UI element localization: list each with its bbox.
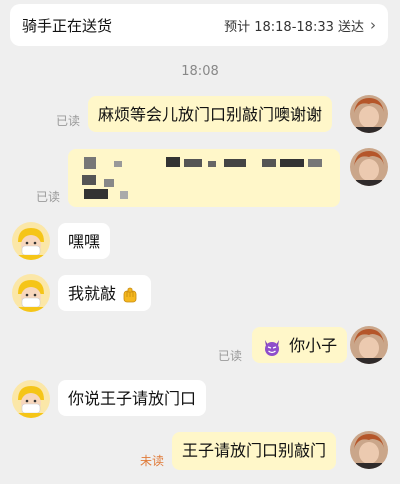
eta-text: 预计 18:18-18:33 送达 [224, 19, 364, 35]
message-text: 王子请放门口别敲门 [182, 441, 327, 460]
courier-avatar[interactable] [12, 380, 50, 418]
delivery-status-text: 骑手正在送货 [22, 16, 113, 35]
my-message-bubble[interactable]: 王子请放门口别敲门 [172, 432, 337, 470]
message-text: 你小子 [289, 336, 338, 355]
chevron-right-icon[interactable]: › [370, 17, 376, 33]
avatar-photo-icon [350, 95, 388, 133]
my-avatar[interactable] [350, 148, 388, 186]
delivery-status-card[interactable]: 骑手正在送货 预计 18:18-18:33 送达 › [10, 4, 388, 46]
read-receipt: 已读 [36, 190, 61, 204]
my-message-bubble[interactable]: 麻烦等会儿放门口别敲门噢谢谢 [88, 96, 333, 132]
message-text: 我就敲 [68, 284, 117, 303]
courier-message-bubble[interactable]: 嘿嘿 [58, 223, 111, 259]
avatar-photo-icon [350, 431, 388, 469]
courier-avatar[interactable] [12, 222, 50, 260]
avatar-photo-icon [350, 148, 388, 186]
courier-avatar[interactable] [12, 274, 50, 312]
courier-message-bubble[interactable]: 你说王子请放门口 [58, 380, 207, 416]
message-timestamp: 18:08 [181, 64, 219, 79]
message-text: 嘿嘿 [68, 232, 101, 251]
unread-receipt: 未读 [140, 454, 165, 468]
devil-icon [262, 338, 282, 356]
courier-message-bubble[interactable]: 我就敲 [58, 275, 152, 311]
message-text: 你说王子请放门口 [68, 389, 197, 408]
avatar-photo-icon [350, 326, 388, 364]
read-receipt: 已读 [218, 349, 243, 363]
message-text: 麻烦等会儿放门口别敲门噢谢谢 [98, 105, 323, 124]
courier-helmet-avatar-icon [12, 222, 50, 260]
my-avatar[interactable] [350, 95, 388, 133]
courier-helmet-avatar-icon [12, 380, 50, 418]
my-message-bubble-redacted[interactable] [68, 149, 340, 207]
my-message-bubble[interactable]: 你小子 [252, 327, 348, 363]
my-avatar[interactable] [350, 326, 388, 364]
eta-group[interactable]: 预计 18:18-18:33 送达 › [224, 16, 376, 35]
courier-helmet-avatar-icon [12, 274, 50, 312]
my-avatar[interactable] [350, 431, 388, 469]
fist-icon [121, 286, 139, 304]
read-receipt: 已读 [56, 114, 81, 128]
